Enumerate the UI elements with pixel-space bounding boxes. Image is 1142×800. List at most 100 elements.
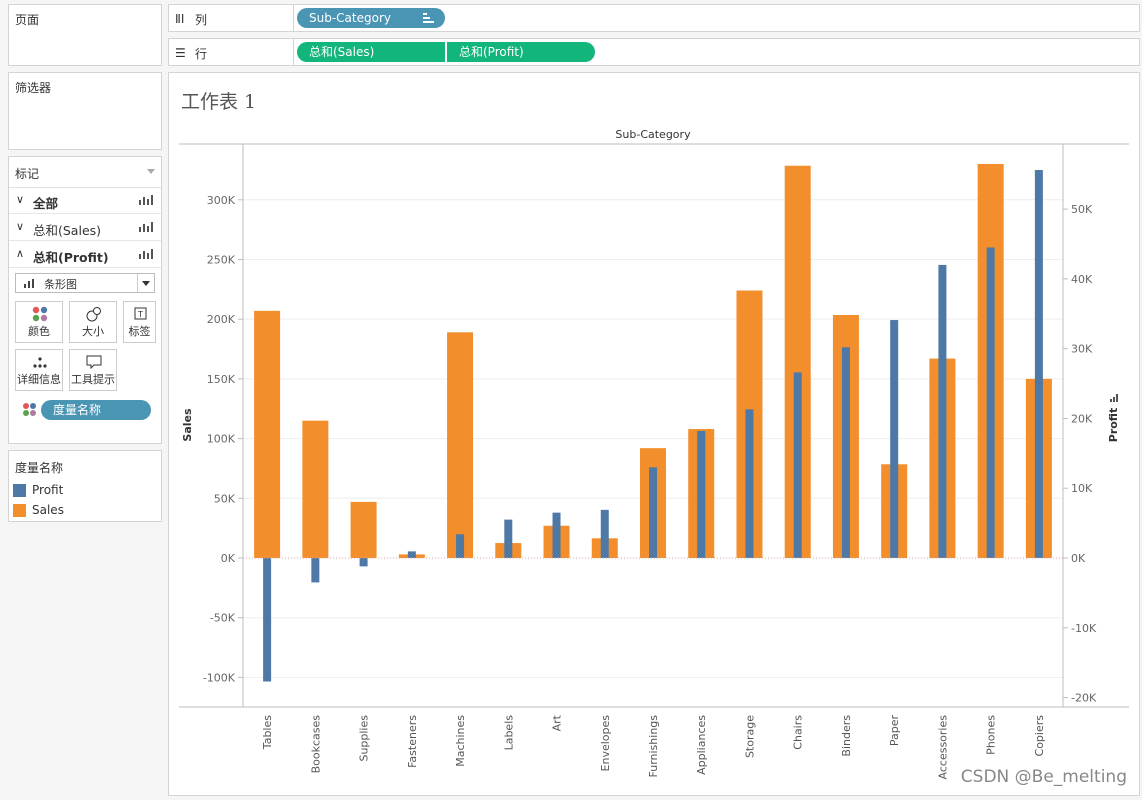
x-tick-label: Storage	[743, 715, 756, 758]
size-label: 大小	[82, 325, 104, 338]
profit-bar	[1034, 170, 1043, 558]
x-tick-label: Machines	[454, 715, 467, 767]
marks-title: 标记	[15, 167, 40, 181]
marks-row-label: 总和(Profit)	[33, 250, 109, 265]
profit-bar	[407, 551, 416, 558]
pill-label: 总和(Sales)	[309, 45, 375, 59]
svg-text:T: T	[137, 310, 143, 319]
y-tick-label: 0K	[221, 552, 236, 565]
bar-chart-icon	[139, 195, 153, 205]
pill-label: 总和(Profit)	[459, 45, 524, 59]
legend-title: 度量名称	[15, 461, 64, 475]
rows-shelf: ☰ 行 总和(Sales) 总和(Profit)	[168, 38, 1140, 66]
profit-bar	[697, 431, 706, 558]
y2-tick-label: 0K	[1071, 552, 1086, 565]
x-tick-label: Bookcases	[309, 715, 322, 774]
x-tick-label: Paper	[888, 715, 901, 747]
x-tick-label: Fasteners	[406, 715, 419, 768]
marks-menu-icon[interactable]	[147, 169, 155, 174]
x-tick-label: Phones	[985, 715, 998, 755]
filters-panel[interactable]: 筛选器	[8, 72, 162, 150]
sort-icon[interactable]	[423, 13, 435, 23]
pill-label: Sub-Category	[309, 11, 391, 25]
pages-panel[interactable]: 页面	[8, 4, 162, 66]
sub-category-pill[interactable]: Sub-Category	[297, 8, 445, 28]
sum-profit-pill[interactable]: 总和(Profit)	[447, 42, 595, 62]
profit-bar	[986, 247, 995, 558]
profit-bar	[649, 467, 657, 558]
y2-tick-label: 30K	[1071, 343, 1093, 356]
detail-icon	[33, 357, 47, 368]
profit-bar	[456, 534, 465, 558]
column-header-title: Sub-Category	[615, 128, 691, 141]
legend-label: Sales	[32, 503, 64, 517]
sum-sales-pill[interactable]: 总和(Sales)	[297, 42, 445, 62]
chevron-up-icon[interactable]: ∧	[16, 247, 24, 260]
y-tick-label: 300K	[207, 194, 236, 207]
rows-shelf-label: 行	[195, 47, 208, 61]
y2-tick-label: -20K	[1071, 692, 1097, 705]
tooltip-icon	[86, 355, 102, 370]
profit-bar	[841, 347, 850, 558]
profit-bar	[504, 519, 513, 558]
tooltip-button[interactable]: 工具提示	[69, 349, 117, 391]
chevron-down-icon[interactable]	[137, 274, 154, 292]
x-tick-label: Furnishings	[647, 715, 660, 778]
marks-card: 标记 ∨ 全部 ∨ 总和(Sales) ∧ 总和(Profit) 条形图 颜色 …	[8, 156, 162, 444]
dual-axis-bar-chart[interactable]: Sub-Category -100K -50K 0K 50K 100K 150K 200K 25…	[169, 73, 1139, 795]
x-tick-label: Appliances	[695, 715, 708, 775]
y2-axis-title: Profit	[1107, 408, 1120, 442]
x-tick-label: Copiers	[1033, 715, 1046, 757]
y-tick-label: 50K	[214, 492, 236, 505]
measure-names-pill[interactable]: 度量名称	[41, 400, 151, 420]
marks-row-profit[interactable]: ∧ 总和(Profit)	[9, 241, 161, 268]
legend-swatch	[13, 484, 26, 497]
marks-row-label: 全部	[33, 196, 59, 211]
x-tick-label: Envelopes	[599, 715, 612, 772]
profit-bar	[263, 558, 272, 682]
mark-type-value: 条形图	[44, 278, 77, 291]
y-tick-label: -50K	[210, 612, 236, 625]
filters-title: 筛选器	[15, 81, 52, 95]
marks-header[interactable]: 标记	[9, 157, 161, 188]
x-tick-label: Binders	[840, 715, 853, 757]
bar-chart-icon	[24, 279, 38, 288]
size-icon	[86, 307, 101, 322]
chevron-down-icon[interactable]: ∨	[16, 220, 24, 233]
columns-shelf: ⅡⅠ 列 Sub-Category	[168, 4, 1140, 32]
legend-swatch	[13, 504, 26, 517]
color-legend: 度量名称 Profit Sales	[8, 450, 162, 522]
legend-label: Profit	[32, 483, 64, 497]
x-tick-label: Art	[551, 714, 564, 731]
detail-label: 详细信息	[17, 373, 61, 386]
y2-tick-label: -10K	[1071, 622, 1097, 635]
label-label: 标签	[128, 325, 151, 338]
color-label: 颜色	[28, 325, 50, 338]
chevron-down-icon[interactable]: ∨	[16, 193, 24, 206]
y2-tick-label: 10K	[1071, 482, 1093, 495]
marks-row-all[interactable]: ∨ 全部	[9, 187, 161, 214]
color-button[interactable]: 颜色	[15, 301, 63, 343]
bar-chart-icon	[139, 222, 153, 232]
marks-row-sales[interactable]: ∨ 总和(Sales)	[9, 214, 161, 241]
worksheet: 工作表 1 Sub-Category -100K -50K 0K 50K 100K 150K…	[168, 72, 1140, 796]
sales-bar	[254, 310, 281, 558]
label-button[interactable]: T 标签	[123, 301, 156, 343]
bar-chart-icon	[139, 249, 153, 259]
sales-bar	[447, 332, 474, 558]
pages-title: 页面	[15, 13, 40, 27]
detail-button[interactable]: 详细信息	[15, 349, 63, 391]
profit-bar	[552, 512, 561, 558]
color-icon	[23, 403, 36, 416]
y2-tick-label: 40K	[1071, 273, 1093, 286]
rows-icon: ☰	[175, 46, 186, 60]
profit-bar	[793, 372, 802, 558]
mark-type-select[interactable]: 条形图	[15, 273, 155, 293]
y-axis-title: Sales	[181, 408, 194, 442]
y-tick-label: 100K	[207, 433, 236, 446]
size-button[interactable]: 大小	[69, 301, 117, 343]
y2-tick-label: 50K	[1071, 203, 1093, 216]
text-label-icon: T	[134, 307, 147, 320]
profit-bar	[600, 509, 609, 558]
x-tick-label: Supplies	[358, 715, 371, 762]
